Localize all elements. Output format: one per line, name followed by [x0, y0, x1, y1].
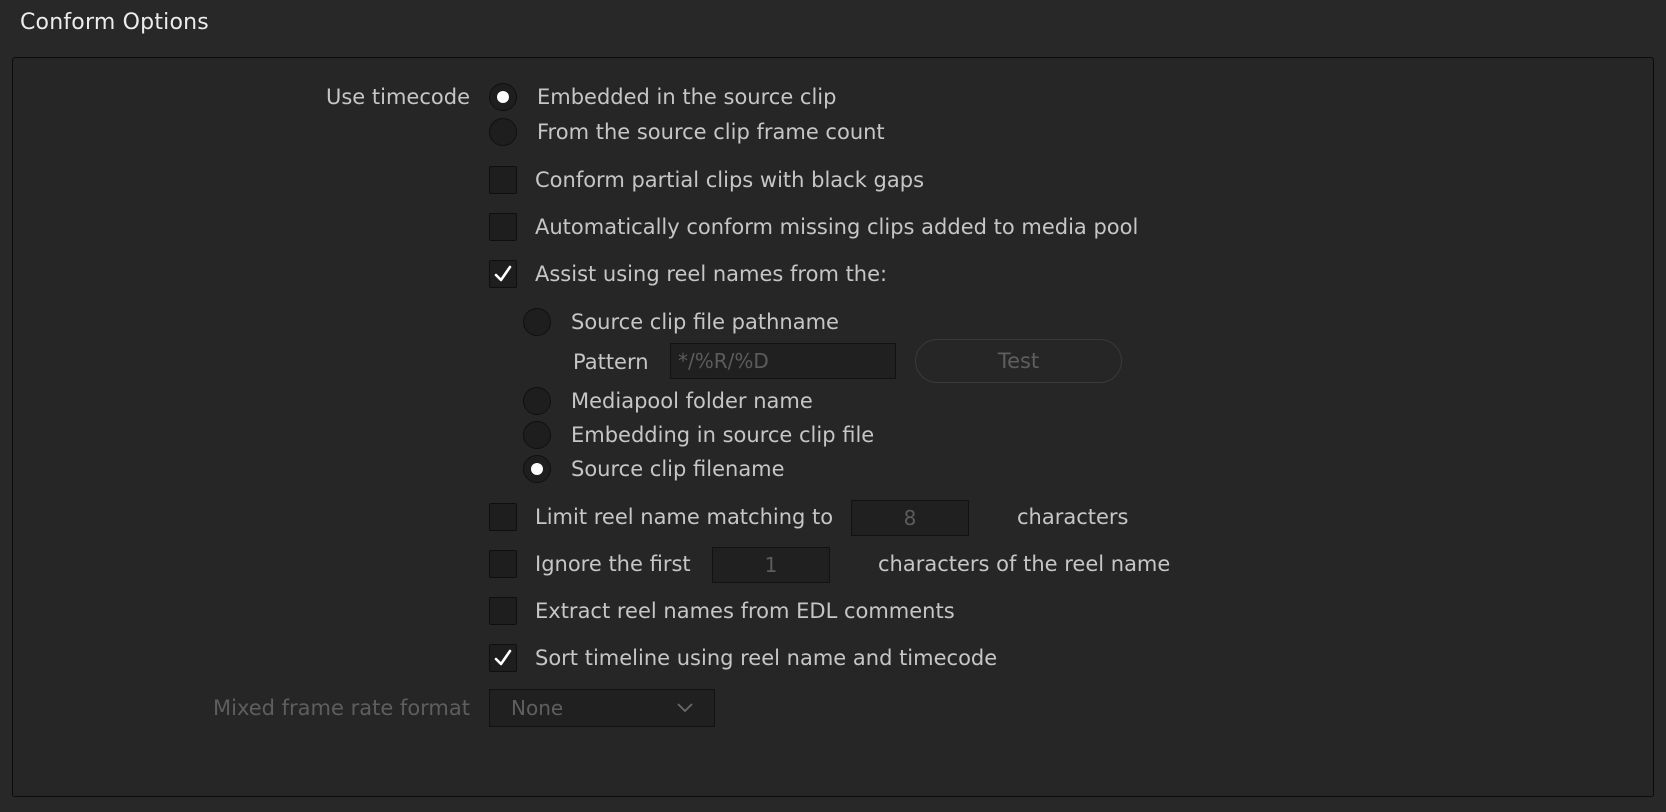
checkbox[interactable]: [489, 166, 517, 194]
radio-button[interactable]: [489, 118, 517, 146]
checkbox-label: Sort timeline using reel name and timeco…: [535, 646, 998, 670]
section-title: Conform Options: [20, 10, 209, 35]
checkbox[interactable]: [489, 503, 517, 531]
test-button[interactable]: Test: [915, 339, 1122, 383]
ignore-characters-input[interactable]: 1: [712, 547, 830, 583]
radio-label: Source clip file pathname: [571, 310, 839, 334]
checkbox-label: Conform partial clips with black gaps: [535, 168, 925, 192]
checkbox-label: Limit reel name matching to: [535, 505, 834, 529]
mixed-frame-rate-label: Mixed frame rate format: [212, 696, 470, 720]
checkbox-sort-timeline[interactable]: Sort timeline using reel name and timeco…: [489, 640, 997, 676]
radio-button[interactable]: [523, 455, 551, 483]
checkbox[interactable]: [489, 597, 517, 625]
radio-source-pathname[interactable]: Source clip file pathname: [523, 304, 839, 340]
limit-characters-input[interactable]: 8: [851, 500, 969, 536]
radio-button[interactable]: [523, 308, 551, 336]
ignore-suffix-label: characters of the reel name: [878, 552, 1171, 576]
checkbox[interactable]: [489, 213, 517, 241]
use-timecode-label: Use timecode: [326, 85, 470, 109]
radio-embedded-timecode[interactable]: Embedded in the source clip: [489, 79, 836, 115]
radio-label: Embedding in source clip file: [571, 423, 875, 447]
checkbox-label: Extract reel names from EDL comments: [535, 599, 955, 623]
checkbox[interactable]: [489, 550, 517, 578]
checkbox-assist-reel-names[interactable]: Assist using reel names from the:: [489, 256, 887, 292]
checkmark-icon: [494, 265, 512, 282]
radio-frame-count-timecode[interactable]: From the source clip frame count: [489, 114, 885, 150]
radio-embedding-source[interactable]: Embedding in source clip file: [523, 417, 874, 453]
checkbox-ignore-first[interactable]: Ignore the first: [489, 546, 691, 582]
checkbox-label: Ignore the first: [535, 552, 691, 576]
checkbox-label: Automatically conform missing clips adde…: [535, 215, 1139, 239]
radio-button[interactable]: [523, 387, 551, 415]
radio-label: Mediapool folder name: [571, 389, 813, 413]
checkbox-auto-conform[interactable]: Automatically conform missing clips adde…: [489, 209, 1138, 245]
checkbox-label: Assist using reel names from the:: [535, 262, 888, 286]
radio-button[interactable]: [489, 83, 517, 111]
checkbox-limit-reel[interactable]: Limit reel name matching to: [489, 499, 833, 535]
mixed-frame-rate-select[interactable]: None: [489, 689, 715, 727]
checkbox-partial-clips[interactable]: Conform partial clips with black gaps: [489, 162, 924, 198]
radio-mediapool-folder[interactable]: Mediapool folder name: [523, 383, 813, 419]
radio-button[interactable]: [523, 421, 551, 449]
radio-source-filename[interactable]: Source clip filename: [523, 451, 785, 487]
select-value: None: [511, 696, 564, 720]
radio-label: Source clip filename: [571, 457, 785, 481]
checkbox[interactable]: [489, 260, 517, 288]
pattern-input[interactable]: */%R/%D: [670, 343, 896, 379]
checkbox[interactable]: [489, 644, 517, 672]
radio-label: From the source clip frame count: [537, 120, 885, 144]
limit-suffix-label: characters: [1017, 505, 1129, 529]
chevron-down-icon: [677, 703, 693, 713]
checkbox-extract-edl[interactable]: Extract reel names from EDL comments: [489, 593, 955, 629]
checkmark-icon: [494, 649, 512, 666]
radio-label: Embedded in the source clip: [537, 85, 837, 109]
pattern-label: Pattern: [573, 350, 649, 374]
